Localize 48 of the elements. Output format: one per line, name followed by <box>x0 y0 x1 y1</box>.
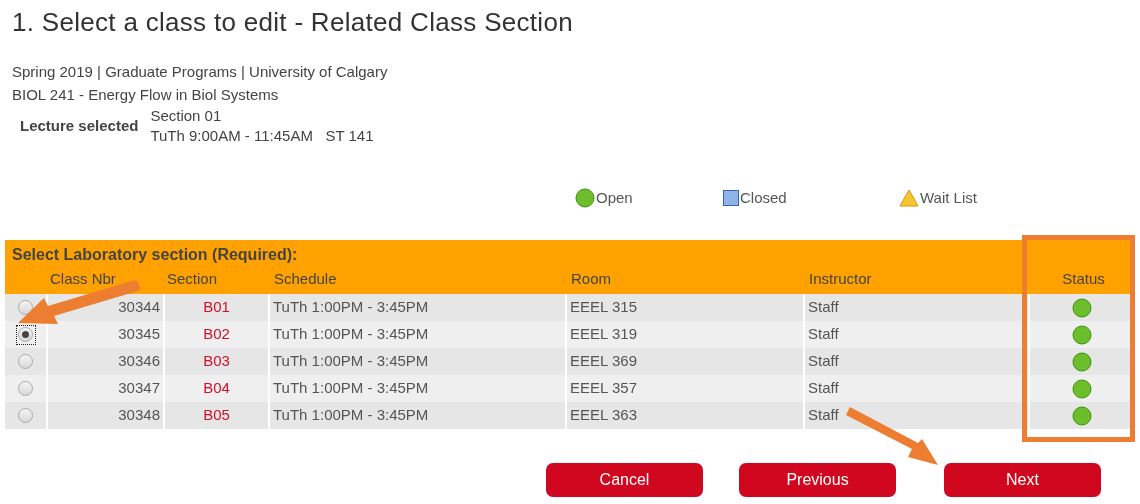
schedule-cell-text: TuTh 1:00PM - 3:45PM <box>273 297 429 318</box>
section-link[interactable]: B05 <box>203 404 230 427</box>
legend-label: Wait List <box>920 187 977 208</box>
section-link[interactable]: B04 <box>203 377 230 400</box>
column-header: Instructor <box>809 270 872 288</box>
class-number-cell-text: 30344 <box>118 297 160 318</box>
page-title: 1. Select a class to edit - Related Class Section <box>12 6 574 38</box>
lecture-section: Section 01 <box>150 106 374 126</box>
section-link[interactable]: B01 <box>203 296 230 319</box>
room-cell-text: EEEL 319 <box>570 324 637 345</box>
radio-button[interactable] <box>16 325 35 344</box>
room-cell-text: EEEL 363 <box>570 405 637 426</box>
column-header: Section <box>167 270 218 288</box>
schedule-cell-text: TuTh 1:00PM - 3:45PM <box>273 405 429 426</box>
column-header: Schedule <box>274 270 337 288</box>
room-cell-text: EEEL 315 <box>570 297 637 318</box>
legend-label: Open <box>596 187 633 208</box>
instructor-cell-text: Staff <box>808 297 839 318</box>
next-button[interactable]: Next <box>944 463 1101 497</box>
column-header: Class Nbr <box>50 270 116 288</box>
instructor-cell-text: Staff <box>808 378 839 399</box>
instructor-cell-text: Staff <box>808 324 839 345</box>
instructor-cell-text: Staff <box>808 351 839 372</box>
room-cell-text: EEEL 357 <box>570 378 637 399</box>
table-caption: Select Laboratory section (Required): <box>11 245 299 265</box>
lecture-label: Lecture selected <box>20 115 139 136</box>
section-link[interactable]: B02 <box>203 323 230 346</box>
course-info-text: Spring 2019 | Graduate Programs | University of Calgary <box>12 62 389 82</box>
instructor-cell-text: Staff <box>808 405 839 426</box>
class-number-cell-text: 30346 <box>118 351 160 372</box>
schedule-cell-text: TuTh 1:00PM - 3:45PM <box>273 324 429 345</box>
course-info-text: BIOL 241 - Energy Flow in Biol Systems <box>12 85 280 105</box>
legend-label: Closed <box>740 187 787 208</box>
column-header: Status <box>1062 270 1105 288</box>
wait-list-status-icon <box>899 189 919 207</box>
schedule-cell-text: TuTh 1:00PM - 3:45PM <box>273 378 429 399</box>
class-number-cell-text: 30345 <box>118 324 160 345</box>
column-header: Room <box>571 270 611 288</box>
closed-status-icon <box>723 190 739 206</box>
class-number-cell-text: 30348 <box>118 405 160 426</box>
open-status-icon <box>575 188 595 208</box>
previous-button[interactable]: Previous <box>739 463 896 497</box>
room-cell-text: EEEL 369 <box>570 351 637 372</box>
cancel-button[interactable]: Cancel <box>546 463 703 497</box>
lecture-schedule: TuTh 9:00AM - 11:45AM ST 141 <box>150 126 374 146</box>
section-link[interactable]: B03 <box>203 350 230 373</box>
class-number-cell-text: 30347 <box>118 378 160 399</box>
schedule-cell-text: TuTh 1:00PM - 3:45PM <box>273 351 429 372</box>
